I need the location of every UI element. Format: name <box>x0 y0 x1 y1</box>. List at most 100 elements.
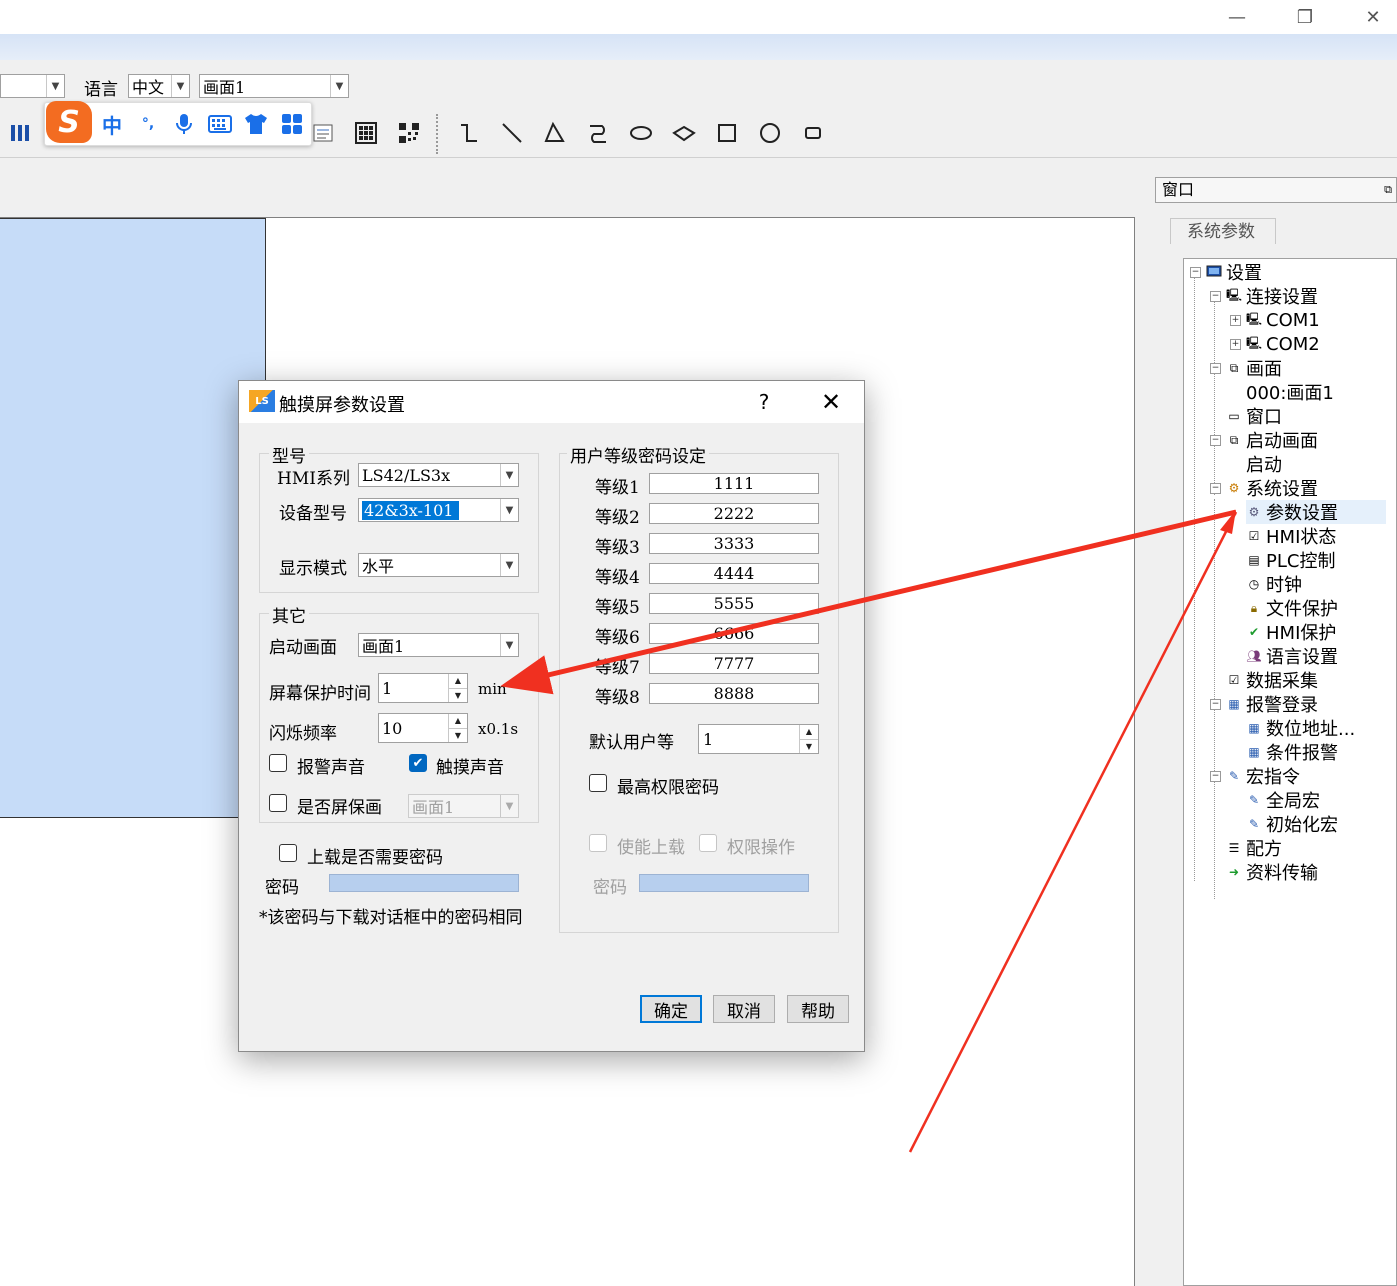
level-password-input[interactable]: 4444 <box>649 563 819 584</box>
rectangle-tool-icon[interactable] <box>712 118 742 148</box>
permission-op-checkbox <box>699 834 717 852</box>
hmi-series-select[interactable]: LS42/LS3x ▼ <box>358 463 519 487</box>
line-tool-icon[interactable] <box>497 118 527 148</box>
level-label: 等级7 <box>595 658 640 678</box>
rounded-rect-tool-icon[interactable] <box>798 118 828 148</box>
language-select[interactable]: 中文 ▼ <box>128 74 190 98</box>
tree-item-startup[interactable]: 启动 <box>1246 452 1282 476</box>
level-password-input[interactable]: 1111 <box>649 473 819 494</box>
tree-item-param-settings[interactable]: ⚙ 参数设置 <box>1246 500 1386 524</box>
upload-password-field[interactable] <box>329 874 519 892</box>
unnamed-combo[interactable]: ▼ <box>0 74 65 98</box>
screen-select[interactable]: 画面1 ▼ <box>199 74 349 98</box>
panel-title: 窗口 ⧉ <box>1155 177 1397 203</box>
help-button[interactable]: 帮助 <box>787 995 849 1023</box>
other-group-label: 其它 <box>269 602 309 627</box>
tree-item-system-settings[interactable]: ⚙ 系统设置 <box>1226 476 1318 500</box>
password-note: *该密码与下载对话框中的密码相同 <box>259 908 523 928</box>
display-mode-select[interactable]: 水平 ▼ <box>358 553 519 577</box>
circle-tool-icon[interactable] <box>755 118 785 148</box>
keyboard-icon[interactable] <box>206 110 234 138</box>
max-permission-password-checkbox[interactable] <box>589 774 607 792</box>
tree-item-data-transfer[interactable]: ➜ 资料传输 <box>1226 860 1318 884</box>
upload-need-password-checkbox[interactable] <box>279 844 297 862</box>
tree-item-startup-screen[interactable]: ⧉ 启动画面 <box>1226 428 1318 452</box>
close-window-button[interactable]: ✕ <box>1350 0 1396 34</box>
ime-mode-toggle[interactable]: 中 <box>98 110 126 138</box>
blink-freq-input[interactable]: 10 ▲ ▼ <box>378 713 468 743</box>
alarm-sound-label: 报警声音 <box>297 758 365 778</box>
tree-item-global-macro[interactable]: ✎ 全局宏 <box>1246 788 1320 812</box>
help-icon[interactable]: ? <box>749 389 779 415</box>
tree-item-connection[interactable]: 🖳 连接设置 <box>1226 284 1318 308</box>
ellipse-tool-icon[interactable] <box>626 118 656 148</box>
tree-item-window[interactable]: ▭ 窗口 <box>1226 404 1282 428</box>
level-password-input[interactable]: 7777 <box>649 653 819 674</box>
tab-system-params[interactable]: 系统参数 <box>1170 218 1276 244</box>
level-password-input[interactable]: 6666 <box>649 623 819 644</box>
screens-icon: ⧉ <box>1229 432 1239 447</box>
microphone-icon[interactable] <box>170 110 198 138</box>
minimize-button[interactable]: — <box>1214 0 1260 34</box>
canvas-rectangle-object[interactable] <box>0 218 266 818</box>
screensaver-time-label: 屏幕保护时间 <box>269 684 371 704</box>
tree-item-macro[interactable]: ✎ 宏指令 <box>1226 764 1300 788</box>
tree-item-condition-alarm[interactable]: ▦ 条件报警 <box>1246 740 1338 764</box>
tree-item-com1[interactable]: 🖳 COM1 <box>1246 308 1320 332</box>
qrcode-tool-icon[interactable] <box>394 118 424 148</box>
level-password-input[interactable]: 8888 <box>649 683 819 704</box>
screensaver-page-checkbox[interactable] <box>269 794 287 812</box>
grid-tool-icon[interactable] <box>351 118 381 148</box>
tree-item-screens[interactable]: ⧉ 画面 <box>1226 356 1282 380</box>
tree-item-data-collect[interactable]: ☑ 数据采集 <box>1226 668 1318 692</box>
level-password-input[interactable]: 5555 <box>649 593 819 614</box>
tree-item-screen1[interactable]: 000:画面1 <box>1246 380 1334 404</box>
sogou-logo-icon[interactable]: S <box>46 101 92 143</box>
polyline-tool-icon[interactable] <box>454 118 484 148</box>
diamond-tool-icon[interactable] <box>669 118 699 148</box>
level-password-input[interactable]: 2222 <box>649 503 819 524</box>
system-tree: − 设置 − 🖳 连接设置 + 🖳 COM1 + 🖳 COM2 − ⧉ 画面 000:画… <box>1183 258 1397 1286</box>
startup-screen-select[interactable]: 画面1 ▼ <box>358 633 519 657</box>
spinner[interactable]: ▲ ▼ <box>448 674 467 702</box>
hmi-series-label: HMI系列 <box>277 469 350 489</box>
restore-button[interactable]: ❐ <box>1282 0 1328 34</box>
chevron-down-icon: ▼ <box>500 634 518 656</box>
tree-item-com2[interactable]: 🖳 COM2 <box>1246 332 1320 356</box>
device-model-select[interactable]: 42&3x-101 ▼ <box>358 498 519 522</box>
shield-icon: ✔ <box>1248 625 1260 639</box>
display-mode-label: 显示模式 <box>279 559 347 579</box>
touch-sound-checkbox[interactable]: ✔ <box>409 754 427 772</box>
spinner[interactable]: ▲ ▼ <box>448 714 467 742</box>
alarm-sound-checkbox[interactable] <box>269 754 287 772</box>
tree-item-recipe[interactable]: ☰ 配方 <box>1226 836 1282 860</box>
tree-item-plc-control[interactable]: ▤ PLC控制 <box>1246 548 1335 572</box>
level-label: 等级1 <box>595 478 640 498</box>
ime-punct-toggle[interactable]: °, <box>134 110 162 138</box>
tree-item-hmi-protect[interactable]: ✔ HMI保护 <box>1246 620 1336 644</box>
window-titlebar <box>0 0 1397 34</box>
bars-tool-icon[interactable] <box>6 118 36 148</box>
polygon-tool-icon[interactable] <box>540 118 570 148</box>
tree-item-hmi-status[interactable]: ☑ HMI状态 <box>1246 524 1337 548</box>
tree-item-clock[interactable]: ◷ 时钟 <box>1246 572 1302 596</box>
tree-item-bit-address[interactable]: ▦ 数位地址... <box>1246 716 1355 740</box>
text-block-tool-icon[interactable] <box>308 118 338 148</box>
upload-password-label: 密码 <box>265 878 299 898</box>
panel-float-icon[interactable]: ⧉ <box>1384 178 1392 202</box>
curve-tool-icon[interactable] <box>583 118 613 148</box>
tree-item-language[interactable]: 👥︎ 语言设置 <box>1246 644 1338 668</box>
tree-item-init-macro[interactable]: ✎ 初始化宏 <box>1246 812 1338 836</box>
tree-item-settings[interactable]: 设置 <box>1206 260 1262 284</box>
level-password-input[interactable]: 3333 <box>649 533 819 554</box>
skin-shirt-icon[interactable] <box>242 110 270 138</box>
spinner[interactable]: ▲ ▼ <box>799 725 818 753</box>
default-user-input[interactable]: 1 ▲ ▼ <box>698 724 819 754</box>
close-dialog-button[interactable]: ✕ <box>814 387 848 417</box>
tree-item-alarm-login[interactable]: ▦ 报警登录 <box>1226 692 1318 716</box>
screensaver-time-input[interactable]: 1 ▲ ▼ <box>378 673 468 703</box>
cancel-button[interactable]: 取消 <box>713 995 775 1023</box>
tree-item-file-protect[interactable]: 🔒︎ 文件保护 <box>1246 596 1338 620</box>
toolbox-grid-icon[interactable] <box>278 110 306 138</box>
ok-button[interactable]: 确定 <box>640 995 702 1023</box>
